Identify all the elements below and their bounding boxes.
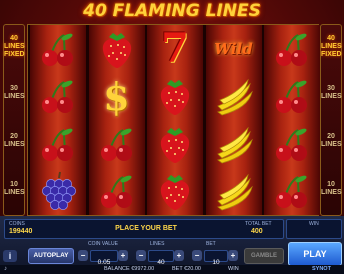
seven-icon: 7 [147, 25, 203, 73]
dollar-text: $ [103, 73, 130, 119]
total-bet-label: TOTAL BET [245, 221, 272, 227]
cherry-icon [264, 168, 320, 216]
info-bar: COINS 199440 PLACE YOUR BET TOTAL BET 40… [4, 219, 284, 239]
total-bet-value: 400 [251, 228, 263, 235]
lines-sidebar-right: 40 LINES FIXED 30 LINES 20 LINES 10 LINE… [320, 24, 342, 216]
bet-minus-button[interactable]: − [192, 250, 202, 261]
strawberry-icon [89, 25, 145, 73]
dollar-icon: $ [89, 73, 145, 121]
coins-value: 199440 [9, 228, 33, 235]
wild-text: Wild [214, 39, 253, 58]
coin-value-plus-button[interactable]: + [118, 250, 128, 261]
lines-label: 30 LINES [4, 85, 25, 100]
lines-label: 40 LINES FIXED [4, 35, 25, 58]
reels-area: $7 Wild [27, 24, 320, 216]
strawberry-icon [147, 168, 203, 216]
win-text: WIN [228, 266, 239, 272]
coin-value-label: COIN VALUE [88, 241, 118, 247]
cherry-icon [30, 25, 86, 73]
lines-label: 40 LINES FIXED [321, 35, 342, 58]
info-icon: i [8, 251, 12, 261]
game-title: 40 FLAMING LINES [83, 1, 261, 21]
brand-logo: SYNOT [312, 266, 331, 272]
coin-value-field: 0.05 [90, 250, 118, 266]
lines-label: 10 LINES [4, 181, 25, 196]
balance-text: BALANCE €9972.00 [104, 266, 155, 272]
win-box: WIN [286, 219, 342, 239]
coins-label: COINS [9, 221, 25, 227]
lines-minus-button[interactable]: − [136, 250, 146, 261]
bet-field: 10 [204, 250, 228, 266]
strawberry-icon [147, 120, 203, 168]
message-text: PLACE YOUR BET [115, 225, 177, 232]
strawberry-icon [147, 73, 203, 121]
coin-value-minus-button[interactable]: − [78, 250, 88, 261]
lines-label: 20 LINES [321, 133, 342, 148]
reel-1 [30, 25, 86, 215]
cherry-icon [30, 73, 86, 121]
banana-icon [206, 73, 262, 121]
cherry-icon [30, 120, 86, 168]
bet-label: BET [206, 241, 216, 247]
lines-sidebar-left: 40 LINES FIXED 30 LINES 20 LINES 10 LINE… [3, 24, 25, 216]
lines-plus-button[interactable]: + [174, 250, 184, 261]
lines-label: LINES [150, 241, 165, 247]
cherry-icon [264, 73, 320, 121]
cherry-icon [264, 120, 320, 168]
bet-text: BET €20.00 [172, 266, 201, 272]
reel-4: Wild [205, 25, 262, 216]
autoplay-button[interactable]: AUTOPLAY [28, 248, 74, 264]
seven-text: 7 [161, 25, 189, 73]
gamble-button[interactable]: GAMBLE [244, 248, 284, 264]
grapes-icon [30, 168, 86, 216]
win-label: WIN [309, 221, 319, 227]
lines-label: 10 LINES [321, 181, 342, 196]
footer-bar: ♪ BALANCE €9972.00 BET €20.00 WIN SYNOT [0, 265, 344, 274]
lines-label: 20 LINES [4, 133, 25, 148]
reel-5 [264, 25, 320, 215]
bet-plus-button[interactable]: + [228, 250, 238, 261]
lines-field: 40 [148, 250, 174, 266]
banana-icon [206, 168, 262, 216]
sound-icon[interactable]: ♪ [4, 266, 7, 272]
banana-icon [206, 120, 262, 168]
lines-label: 30 LINES [321, 85, 342, 100]
play-button[interactable]: PLAY [288, 242, 342, 266]
cherry-icon [264, 25, 320, 73]
cherry-icon [89, 168, 145, 216]
reel-2: $ [88, 25, 145, 216]
reel-3: 7 [147, 25, 203, 215]
info-button[interactable]: i [3, 250, 17, 262]
cherry-icon [89, 120, 145, 168]
wild-icon: Wild [206, 25, 262, 73]
